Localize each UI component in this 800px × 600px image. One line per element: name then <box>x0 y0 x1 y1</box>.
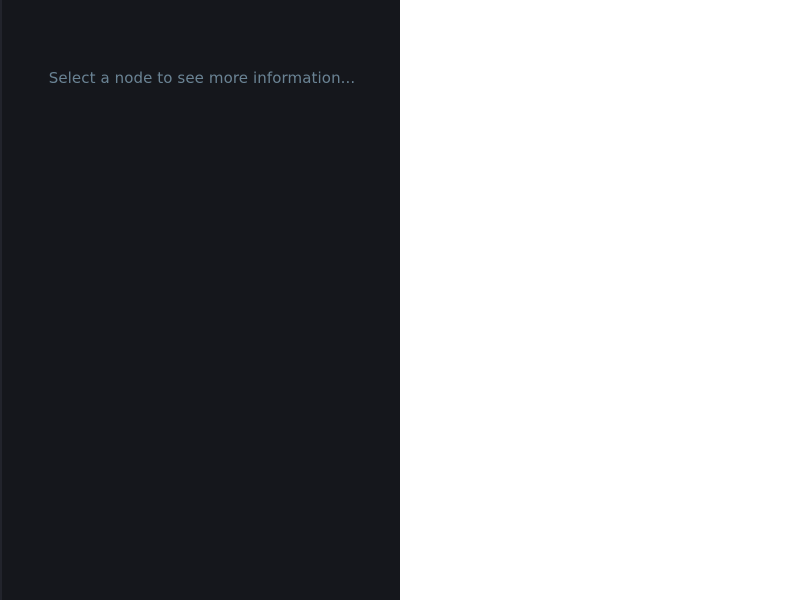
app-root: Select a node to see more information... <box>0 0 800 600</box>
node-info-panel: Select a node to see more information... <box>0 0 400 600</box>
node-info-placeholder: Select a node to see more information... <box>48 69 356 87</box>
graph-canvas[interactable] <box>400 0 800 600</box>
